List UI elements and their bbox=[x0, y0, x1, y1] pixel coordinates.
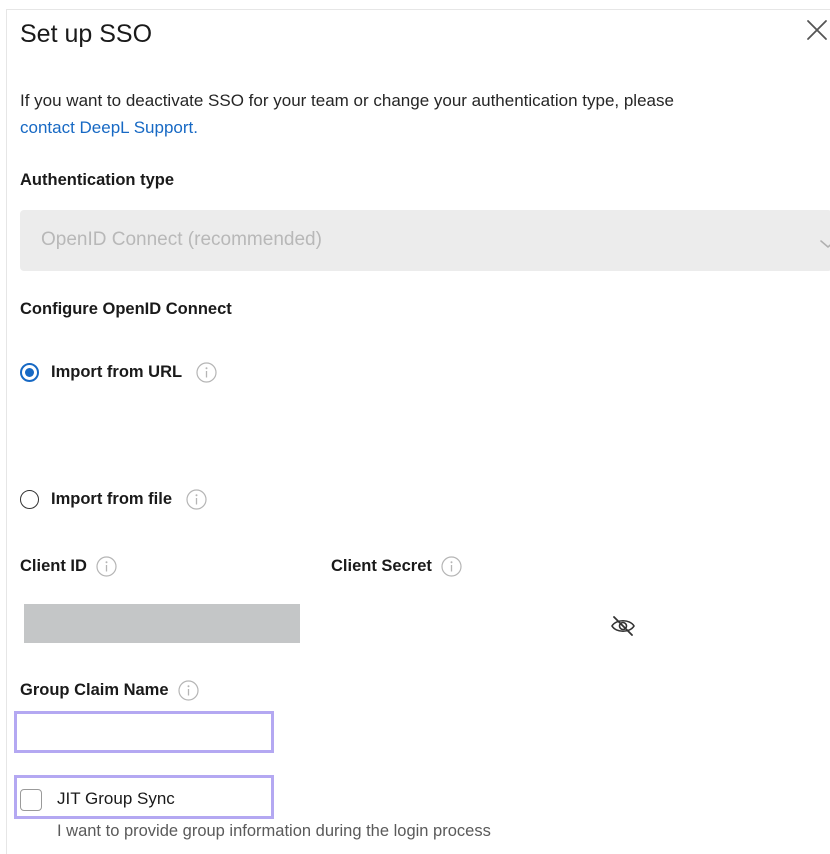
sso-dialog: Set up SSO If you want to deactivate SSO… bbox=[0, 0, 830, 854]
info-icon[interactable] bbox=[96, 556, 117, 577]
radio-import-url[interactable]: Import from URL bbox=[20, 362, 217, 383]
dialog-description: If you want to deactivate SSO for your t… bbox=[20, 87, 820, 141]
radio-import-file-control[interactable] bbox=[20, 490, 39, 509]
info-icon[interactable] bbox=[177, 680, 199, 701]
client-id-label-text: Client ID bbox=[20, 557, 87, 575]
group-claim-label-text: Group Claim Name bbox=[20, 681, 169, 699]
toggle-secret-visibility-button[interactable] bbox=[609, 614, 637, 638]
close-icon bbox=[805, 18, 829, 42]
jit-group-sync-help: I want to provide group information duri… bbox=[57, 822, 491, 840]
client-secret-label-text: Client Secret bbox=[331, 557, 432, 575]
auth-type-label-text: Authentication type bbox=[20, 171, 175, 189]
radio-import-file[interactable]: Import from file bbox=[20, 489, 207, 510]
auth-type-select[interactable]: OpenID Connect (recommended) bbox=[20, 210, 830, 271]
radio-import-url-label: Import from URL bbox=[51, 363, 183, 381]
close-button[interactable] bbox=[805, 18, 829, 42]
info-icon[interactable] bbox=[196, 362, 217, 383]
info-icon[interactable] bbox=[186, 489, 207, 510]
radio-import-file-label: Import from file bbox=[51, 490, 173, 508]
dialog-border-left bbox=[6, 9, 7, 854]
group-claim-name-input[interactable] bbox=[14, 711, 274, 753]
client-id-input-redacted[interactable] bbox=[24, 604, 300, 643]
configure-openid-heading: Configure OpenID Connect bbox=[20, 300, 232, 319]
contact-support-link[interactable]: contact DeepL Support. bbox=[20, 118, 198, 137]
radio-import-url-control[interactable] bbox=[20, 363, 39, 382]
info-icon[interactable] bbox=[441, 556, 462, 577]
chevron-down-icon bbox=[819, 236, 830, 254]
configure-heading-text: Configure OpenID Connect bbox=[20, 300, 232, 318]
jit-group-sync-label[interactable]: JIT Group Sync bbox=[57, 789, 175, 809]
dialog-title: Set up SSO bbox=[20, 20, 153, 48]
jit-group-sync-checkbox[interactable] bbox=[20, 789, 42, 811]
client-id-label: Client ID bbox=[20, 556, 117, 577]
auth-type-label: Authentication type bbox=[20, 171, 174, 190]
eye-off-icon bbox=[609, 616, 637, 642]
client-secret-label: Client Secret bbox=[331, 556, 462, 577]
description-text: If you want to deactivate SSO for your t… bbox=[20, 91, 674, 110]
group-claim-label: Group Claim Name bbox=[20, 680, 199, 701]
auth-type-selected-value: OpenID Connect (recommended) bbox=[41, 229, 322, 250]
dialog-border-top bbox=[6, 9, 830, 10]
